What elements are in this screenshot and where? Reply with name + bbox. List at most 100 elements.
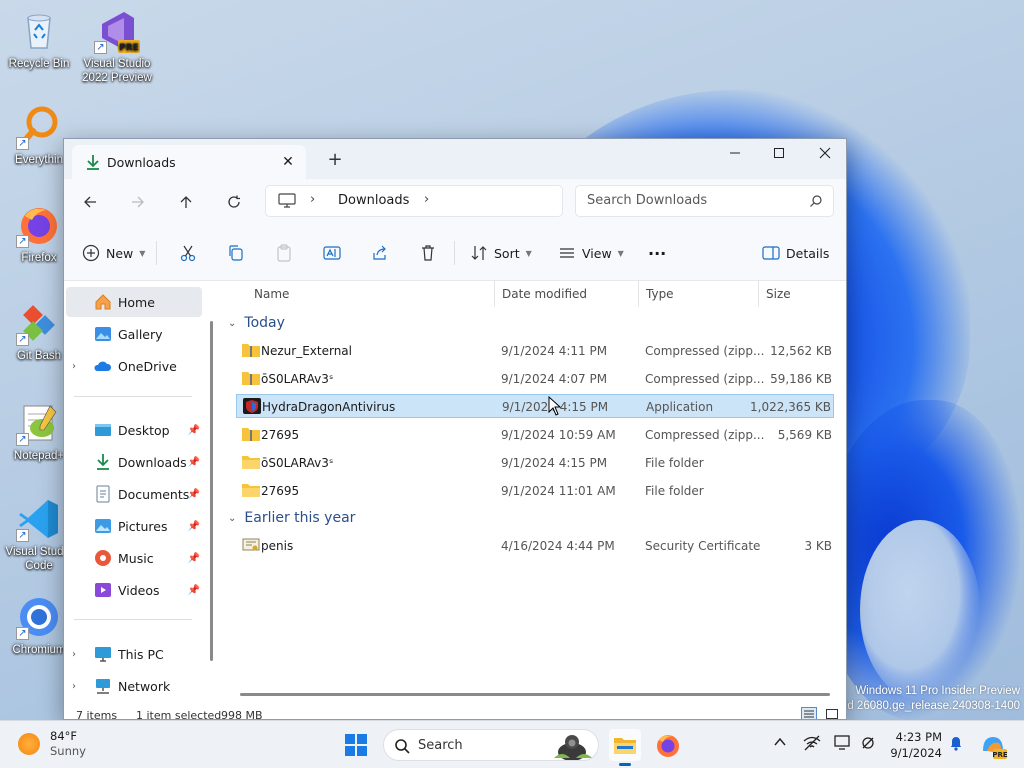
file-size: 1,022,365 KB xyxy=(750,400,831,414)
desktop-icon-visual-studio[interactable]: PRE ↗ Visual Studio 2022 Preview xyxy=(79,8,155,85)
group-header-today[interactable]: ⌄ Today xyxy=(228,315,285,331)
chromium-icon: ↗ xyxy=(16,594,62,640)
address-bar[interactable]: › Downloads › xyxy=(265,185,563,217)
chevron-down-icon: ▼ xyxy=(617,248,624,258)
breadcrumb-separator[interactable]: › xyxy=(310,192,315,207)
column-header-date-modified[interactable]: Date modified xyxy=(502,281,587,307)
column-divider[interactable] xyxy=(758,281,759,307)
rename-icon xyxy=(323,246,341,260)
delete-button[interactable] xyxy=(419,240,437,266)
file-row[interactable]: 27695 9/1/2024 11:01 AM File folder xyxy=(236,479,834,503)
column-header-size[interactable]: Size xyxy=(766,281,791,307)
nav-item-videos[interactable]: Videos 📌 xyxy=(66,575,202,605)
close-window-button[interactable] xyxy=(802,139,846,167)
breadcrumb-separator[interactable]: › xyxy=(424,192,429,207)
desktop-icon-label: Recycle Bin xyxy=(8,58,70,70)
horizontal-scrollbar[interactable] xyxy=(240,693,830,696)
nav-item-onedrive[interactable]: › OneDrive xyxy=(66,351,202,381)
column-header-type[interactable]: Type xyxy=(646,281,674,307)
display-tray-icon[interactable] xyxy=(834,735,852,755)
firefox-icon xyxy=(657,735,679,757)
search-input[interactable]: Search Downloads xyxy=(575,185,834,217)
view-button[interactable]: View ▼ xyxy=(558,240,624,266)
desktop-icon-recycle-bin[interactable]: Recycle Bin xyxy=(1,8,77,71)
cut-button[interactable] xyxy=(179,240,197,266)
view-label: View xyxy=(582,245,612,261)
nav-item-gallery[interactable]: Gallery xyxy=(66,319,202,349)
file-row[interactable]: Nezur_External 9/1/2024 4:11 PM Compress… xyxy=(236,339,834,363)
nav-item-this-pc[interactable]: › This PC xyxy=(66,639,202,669)
zip-folder-icon xyxy=(242,428,260,441)
minimize-button[interactable] xyxy=(712,139,758,167)
nav-label: Videos xyxy=(118,582,160,598)
back-button[interactable] xyxy=(75,189,105,215)
file-row[interactable]: ōS0LARAv3ˢ 9/1/2024 4:07 PM Compressed (… xyxy=(236,367,834,391)
copilot-button[interactable]: PRE xyxy=(977,729,1009,761)
column-divider[interactable] xyxy=(494,281,495,307)
firefox-icon: ↗ xyxy=(16,202,62,248)
new-button[interactable]: New ▼ xyxy=(82,240,145,266)
details-pane-button[interactable]: Details xyxy=(762,240,829,266)
chevron-right-icon[interactable]: › xyxy=(66,649,82,660)
folder-icon xyxy=(242,456,260,469)
divider xyxy=(156,241,157,265)
chevron-down-icon: ▼ xyxy=(139,248,146,258)
file-row[interactable]: ōS0LARAv3ˢ 9/1/2024 4:15 PM File folder xyxy=(236,451,834,475)
nav-item-network[interactable]: › Network xyxy=(66,671,202,701)
clock-date: 9/1/2024 xyxy=(890,746,942,760)
watermark-line: Windows 11 Pro Insider Preview xyxy=(855,685,1020,697)
more-options-button[interactable]: ··· xyxy=(648,240,666,266)
nav-item-pictures[interactable]: Pictures 📌 xyxy=(66,511,202,541)
nav-item-home[interactable]: Home xyxy=(66,287,202,317)
divider xyxy=(74,619,192,620)
file-row[interactable]: penis 4/16/2024 4:44 PM Security Certifi… xyxy=(236,534,834,558)
copy-button[interactable] xyxy=(227,240,245,266)
details-view-toggle-icon[interactable] xyxy=(801,707,817,720)
nav-scrollbar[interactable] xyxy=(210,321,213,661)
share-button[interactable] xyxy=(371,240,389,266)
taskbar-firefox[interactable] xyxy=(652,729,684,761)
nav-item-desktop[interactable]: Desktop 📌 xyxy=(66,415,202,445)
notifications-button[interactable] xyxy=(949,735,963,755)
pre-badge: PRE xyxy=(119,43,139,53)
shortcut-arrow-icon: ↗ xyxy=(16,137,29,150)
file-name: HydraDragonAntivirus xyxy=(262,400,396,414)
column-header-name[interactable]: Name xyxy=(254,281,289,307)
refresh-icon xyxy=(228,195,240,208)
refresh-button[interactable] xyxy=(219,189,249,215)
maximize-button[interactable] xyxy=(756,139,802,167)
clock[interactable]: 4:23 PM 9/1/2024 xyxy=(878,729,942,761)
breadcrumb-downloads[interactable]: Downloads xyxy=(338,193,409,208)
pictures-icon xyxy=(95,519,111,533)
taskbar-file-explorer[interactable] xyxy=(609,729,641,761)
file-row-selected[interactable]: HydraDragonAntivirus 9/1/2024 4:15 PM Ap… xyxy=(236,394,834,418)
weather-widget[interactable]: 84°F Sunny xyxy=(18,729,86,759)
taskbar-search[interactable]: Search xyxy=(383,729,599,761)
paste-button[interactable] xyxy=(275,240,293,266)
start-button[interactable] xyxy=(340,729,372,761)
new-tab-button[interactable]: + xyxy=(323,149,347,173)
chevron-right-icon[interactable]: › xyxy=(66,681,82,692)
nav-item-music[interactable]: Music 📌 xyxy=(66,543,202,573)
up-button[interactable] xyxy=(171,189,201,215)
nav-label: Music xyxy=(118,550,154,566)
nav-label: Home xyxy=(118,294,155,310)
pin-icon: 📌 xyxy=(187,424,200,436)
accessibility-tray-icon[interactable] xyxy=(860,735,876,755)
group-header-earlier-this-year[interactable]: ⌄ Earlier this year xyxy=(228,510,355,526)
tab-close-button[interactable]: ✕ xyxy=(278,151,298,173)
rename-button[interactable] xyxy=(323,240,341,266)
sort-button[interactable]: Sort ▼ xyxy=(470,240,532,266)
show-hidden-icons-button[interactable] xyxy=(773,735,787,753)
column-divider[interactable] xyxy=(638,281,639,307)
tiles-view-toggle-icon[interactable] xyxy=(824,707,840,720)
network-tray-icon[interactable] xyxy=(803,735,821,755)
tab-downloads[interactable]: Downloads ✕ xyxy=(72,145,306,179)
file-row[interactable]: 27695 9/1/2024 10:59 AM Compressed (zipp… xyxy=(236,423,834,447)
back-arrow-icon xyxy=(84,196,96,208)
nav-item-downloads[interactable]: Downloads 📌 xyxy=(66,447,202,477)
nav-item-documents[interactable]: Documents 📌 xyxy=(66,479,202,509)
file-name: ōS0LARAv3ˢ xyxy=(261,372,334,386)
forward-button[interactable] xyxy=(123,189,153,215)
chevron-right-icon[interactable]: › xyxy=(66,361,82,372)
